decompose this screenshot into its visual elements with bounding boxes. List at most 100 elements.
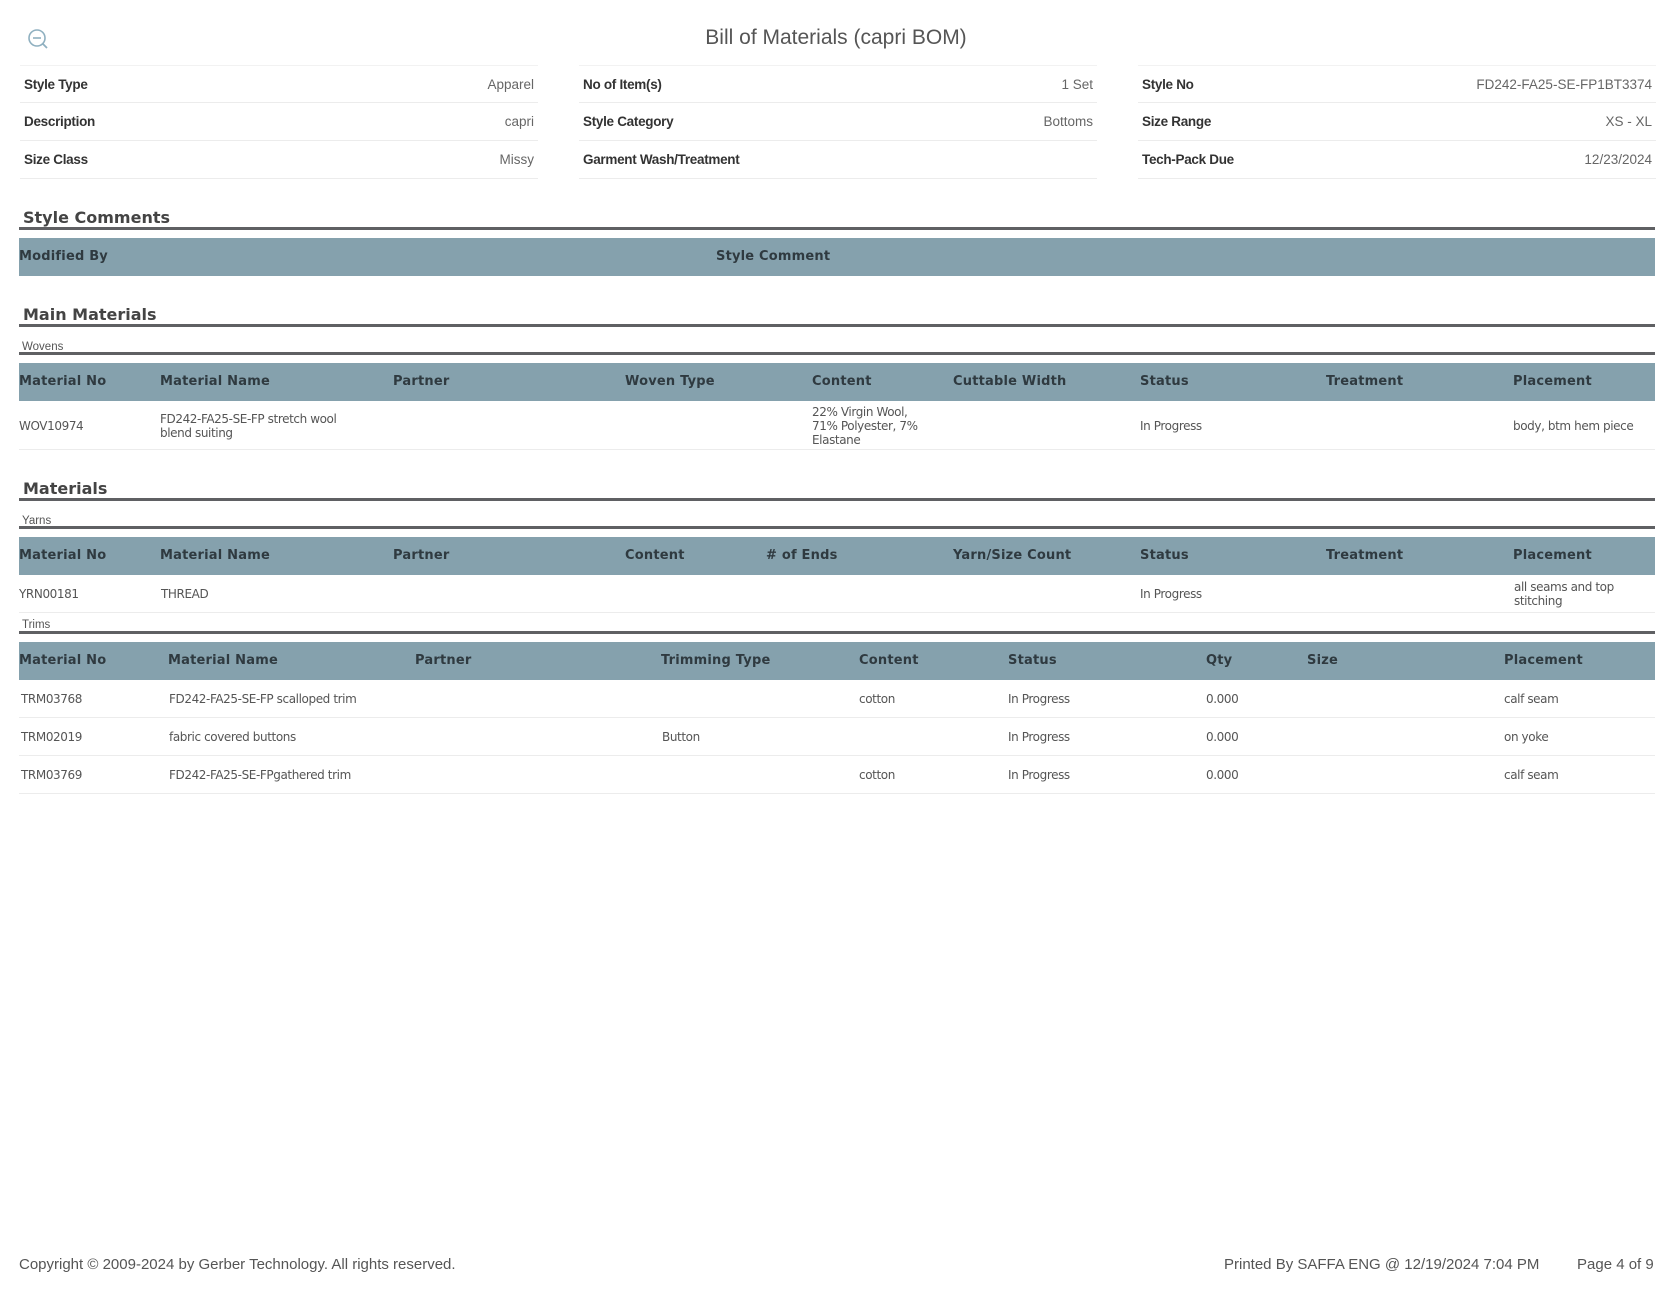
- trims-table-header: Material No Material Name Partner Trimmi…: [19, 642, 1655, 680]
- section-divider: [19, 324, 1655, 327]
- subsection-divider: [19, 352, 1655, 355]
- column-header[interactable]: Modified By: [19, 238, 108, 276]
- column-header[interactable]: Size: [1307, 642, 1338, 680]
- subsection-title-trims: Trims: [22, 619, 51, 631]
- info-label: Size Class: [24, 152, 88, 167]
- info-label: Style No: [1142, 76, 1194, 92]
- column-header[interactable]: Partner: [415, 642, 471, 680]
- info-label: Style Category: [583, 114, 674, 129]
- footer-copyright: Copyright © 2009-2024 by Gerber Technolo…: [19, 1256, 456, 1273]
- table-row[interactable]: TRM02019 fabric covered buttons Button I…: [19, 718, 1655, 756]
- info-label: Size Range: [1142, 114, 1212, 129]
- subsection-divider: [19, 631, 1655, 634]
- section-divider: [19, 498, 1655, 501]
- cell-qty: 0.000: [1206, 730, 1239, 744]
- info-column-3: Style No FD242-FA25-SE-FP1BT3374 Size Ran…: [1138, 65, 1656, 179]
- column-header[interactable]: Material Name: [160, 363, 270, 401]
- column-header[interactable]: Material No: [19, 363, 106, 401]
- table-row[interactable]: WOV10974 FD242-FA25-SE-FP stretch wool b…: [19, 401, 1655, 450]
- cell-qty: 0.000: [1206, 692, 1239, 706]
- table-row[interactable]: TRM03768 FD242-FA25-SE-FP scalloped trim…: [19, 680, 1655, 718]
- cell-material-name: THREAD: [161, 587, 209, 601]
- section-title-style-comments: Style Comments: [23, 208, 170, 227]
- column-header[interactable]: Partner: [393, 537, 449, 575]
- info-value: Apparel: [487, 76, 534, 92]
- cell-placement: calf seam: [1504, 692, 1559, 706]
- column-header[interactable]: Trimming Type: [661, 642, 770, 680]
- column-header[interactable]: Material No: [19, 537, 106, 575]
- column-header[interactable]: Cuttable Width: [953, 363, 1066, 401]
- column-header[interactable]: Treatment: [1326, 363, 1403, 401]
- info-column-1: Style Type Apparel Description capri Size …: [20, 65, 538, 179]
- footer-page-number: Page 4 of 9: [1577, 1256, 1654, 1273]
- cell-qty: 0.000: [1206, 768, 1239, 782]
- info-value: XS - XL: [1605, 114, 1652, 129]
- cell-placement: calf seam: [1504, 768, 1559, 782]
- column-header[interactable]: Style Comment: [716, 238, 830, 276]
- cell-material-no: WOV10974: [19, 419, 84, 433]
- column-header[interactable]: Status: [1008, 642, 1057, 680]
- info-row-tech-pack-due: Tech-Pack Due 12/23/2024: [1138, 141, 1656, 179]
- column-header[interactable]: Content: [625, 537, 685, 575]
- cell-material-no: TRM03769: [21, 768, 82, 782]
- cell-status: In Progress: [1008, 730, 1070, 744]
- info-label: Style Type: [24, 76, 88, 92]
- column-header[interactable]: Placement: [1513, 363, 1592, 401]
- cell-material-no: TRM03768: [21, 692, 82, 706]
- cell-material-name: fabric covered buttons: [169, 730, 296, 744]
- yarns-table-header: Material No Material Name Partner Conten…: [19, 537, 1655, 575]
- cell-material-name: FD242-FA25-SE-FP scalloped trim: [169, 692, 357, 706]
- cell-material-name: FD242-FA25-SE-FP stretch wool blend suit…: [160, 412, 337, 440]
- cell-placement: on yoke: [1504, 730, 1549, 744]
- info-label: No of Item(s): [583, 76, 662, 92]
- column-header[interactable]: Status: [1140, 363, 1189, 401]
- info-row-description: Description capri: [20, 103, 538, 141]
- table-row[interactable]: TRM03769 FD242-FA25-SE-FPgathered trim c…: [19, 756, 1655, 794]
- section-title-main-materials: Main Materials: [23, 305, 157, 324]
- cell-trimming-type: Button: [662, 730, 700, 744]
- column-header[interactable]: Material Name: [160, 537, 270, 575]
- cell-placement: body, btm hem piece: [1513, 419, 1634, 433]
- info-row-size-class: Size Class Missy: [20, 141, 538, 179]
- page-title: Bill of Materials (capri BOM): [705, 26, 967, 49]
- column-header[interactable]: # of Ends: [766, 537, 838, 575]
- section-divider: [19, 227, 1655, 230]
- column-header[interactable]: Material No: [19, 642, 106, 680]
- column-header[interactable]: Partner: [393, 363, 449, 401]
- info-value: Missy: [499, 152, 535, 167]
- footer-printed-by: Printed By SAFFA ENG @ 12/19/2024 7:04 P…: [1224, 1256, 1540, 1273]
- cell-material-no: TRM02019: [21, 730, 82, 744]
- cell-content: 22% Virgin Wool, 71% Polyester, 7% Elast…: [812, 405, 918, 447]
- column-header[interactable]: Placement: [1504, 642, 1583, 680]
- info-label: Garment Wash/Treatment: [583, 152, 740, 167]
- column-header[interactable]: Qty: [1206, 642, 1232, 680]
- column-header[interactable]: Material Name: [168, 642, 278, 680]
- cell-material-no: YRN00181: [19, 587, 79, 601]
- cell-content: cotton: [859, 692, 895, 706]
- column-header[interactable]: Status: [1140, 537, 1189, 575]
- info-value: 12/23/2024: [1584, 152, 1652, 167]
- info-row-no-of-items: No of Item(s) 1 Set: [579, 65, 1097, 103]
- style-info-grid: Style Type Apparel Description capri Size …: [20, 65, 1656, 179]
- info-label: Tech-Pack Due: [1142, 152, 1234, 167]
- info-value: Bottoms: [1043, 114, 1093, 129]
- info-value: 1 Set: [1061, 76, 1093, 92]
- cell-placement: all seams and top stitching: [1514, 580, 1614, 608]
- info-row-style-no: Style No FD242-FA25-SE-FP1BT3374: [1138, 65, 1656, 103]
- column-header[interactable]: Yarn/Size Count: [953, 537, 1071, 575]
- column-header[interactable]: Placement: [1513, 537, 1592, 575]
- column-header[interactable]: Woven Type: [625, 363, 715, 401]
- cell-status: In Progress: [1008, 692, 1070, 706]
- info-row-style-category: Style Category Bottoms: [579, 103, 1097, 141]
- cell-status: In Progress: [1140, 419, 1202, 433]
- column-header[interactable]: Content: [859, 642, 919, 680]
- info-row-garment-wash: Garment Wash/Treatment: [579, 141, 1097, 179]
- info-row-size-range: Size Range XS - XL: [1138, 103, 1656, 141]
- section-title-materials: Materials: [23, 479, 108, 498]
- wovens-table-header: Material No Material Name Partner Woven …: [19, 363, 1655, 401]
- column-header[interactable]: Treatment: [1326, 537, 1403, 575]
- column-header[interactable]: Content: [812, 363, 872, 401]
- table-row[interactable]: YRN00181 THREAD In Progress all seams an…: [19, 575, 1655, 613]
- info-value: FD242-FA25-SE-FP1BT3374: [1476, 76, 1652, 92]
- info-label: Description: [24, 114, 95, 129]
